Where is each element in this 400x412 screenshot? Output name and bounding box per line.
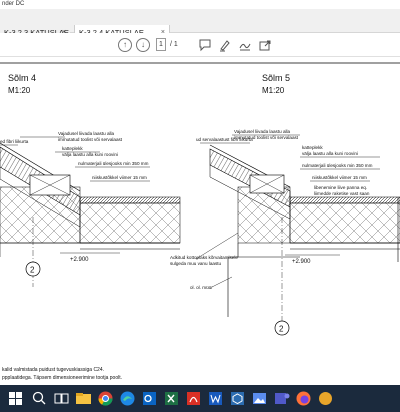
firefox-icon[interactable] <box>294 389 313 408</box>
left-detail-title: Sõlm 4 <box>8 73 36 83</box>
right-note-12: ol. ol. müür <box>190 285 213 290</box>
tab-bar: K-3.2.3 KATUSLAE ... × K-3.2.4 KATUSLAE … <box>0 9 400 53</box>
right-note-6: nulmaterjali ülesjooks min 350 mm <box>302 163 373 168</box>
right-note-5: välja laastu alla kuni roovini <box>302 151 358 156</box>
acrobat-icon[interactable] <box>184 389 203 408</box>
arrow-up-icon: ↑ <box>123 40 127 49</box>
highlight-pen-icon[interactable] <box>218 38 232 52</box>
bottom-note-2: ppplaatidega. Täpsem dimensioneerimine t… <box>2 375 122 381</box>
window-title: nder DC <box>2 1 25 7</box>
level-right: +2.900 <box>292 259 311 265</box>
windows-start-icon[interactable] <box>6 389 25 408</box>
right-detail-scale: M1:20 <box>262 86 285 95</box>
right-detail-title: Sõlm 5 <box>262 73 290 83</box>
left-note-6: niiskustõkkel viimer 15 mm <box>92 175 147 180</box>
window-title-bar: nder DC <box>0 0 400 9</box>
file-explorer-icon[interactable] <box>74 389 93 408</box>
comment-icon[interactable] <box>198 38 212 52</box>
left-note-2: immutatud toolist või servalaast <box>58 137 123 142</box>
right-note-9: liimedde raketise vast saan <box>314 191 370 196</box>
right-note-3: ud servalaastust fibri liikurta <box>196 137 253 142</box>
task-view-icon[interactable] <box>52 389 71 408</box>
right-note-7: niiskustõkkel viimer 15 mm <box>312 175 367 180</box>
document-toolbar: ↑ ↓ 1 / 1 <box>0 33 400 57</box>
left-note-3: katteplekk <box>62 146 83 151</box>
left-note-7: ed fibri liikurta <box>0 139 29 144</box>
outlook-icon[interactable] <box>140 389 159 408</box>
share-icon[interactable] <box>258 38 272 52</box>
previous-page-button[interactable]: ↑ <box>118 38 132 52</box>
draw-signature-icon[interactable] <box>238 38 252 52</box>
left-note-4: välja laastu alla kuni roovini <box>62 152 118 157</box>
app-icon[interactable] <box>316 389 335 408</box>
left-note-1: Vajadusel liivada laastu alla <box>58 131 115 136</box>
axis-label-left: 2 <box>30 266 35 275</box>
left-note-5: nulmaterjali ülesjooks min 350 mm <box>78 161 149 166</box>
document-canvas[interactable]: Sõlm 4 M1:20 Sõlm 5 M1:20 2 +2.900 Vajad… <box>0 57 400 385</box>
next-page-button[interactable]: ↓ <box>136 38 150 52</box>
teams-icon[interactable] <box>272 389 291 408</box>
right-note-8: libenemine liive panna eq. <box>314 185 367 190</box>
right-note-11: sulgeda muu vanu laastu <box>170 261 222 266</box>
level-left: +2.900 <box>70 257 89 263</box>
page-count: / 1 <box>170 41 178 48</box>
chrome-icon[interactable] <box>96 389 115 408</box>
arrow-down-icon: ↓ <box>141 40 145 49</box>
3d-viewer-icon[interactable] <box>228 389 247 408</box>
left-detail: 2 +2.900 <box>0 136 181 287</box>
excel-icon[interactable] <box>162 389 181 408</box>
cad-drawing: Sõlm 4 M1:20 Sõlm 5 M1:20 2 +2.900 Vajad… <box>0 62 400 381</box>
bottom-note-1: kalid valmistada puidust tugevuskiassiga… <box>2 367 104 373</box>
right-note-4: katteplekk <box>302 145 323 150</box>
axis-label-right: 2 <box>279 325 284 334</box>
edge-icon[interactable] <box>118 389 137 408</box>
photos-icon[interactable] <box>250 389 269 408</box>
page-number-input[interactable]: 1 <box>156 38 166 51</box>
search-icon[interactable] <box>30 389 49 408</box>
windows-taskbar <box>0 385 400 412</box>
right-note-10: Adkitud kottoplaks kõrvaitamisele <box>170 255 238 260</box>
word-icon[interactable] <box>206 389 225 408</box>
right-note-1: Vajadusel liivada laastu alla <box>234 129 291 134</box>
left-detail-scale: M1:20 <box>8 86 31 95</box>
